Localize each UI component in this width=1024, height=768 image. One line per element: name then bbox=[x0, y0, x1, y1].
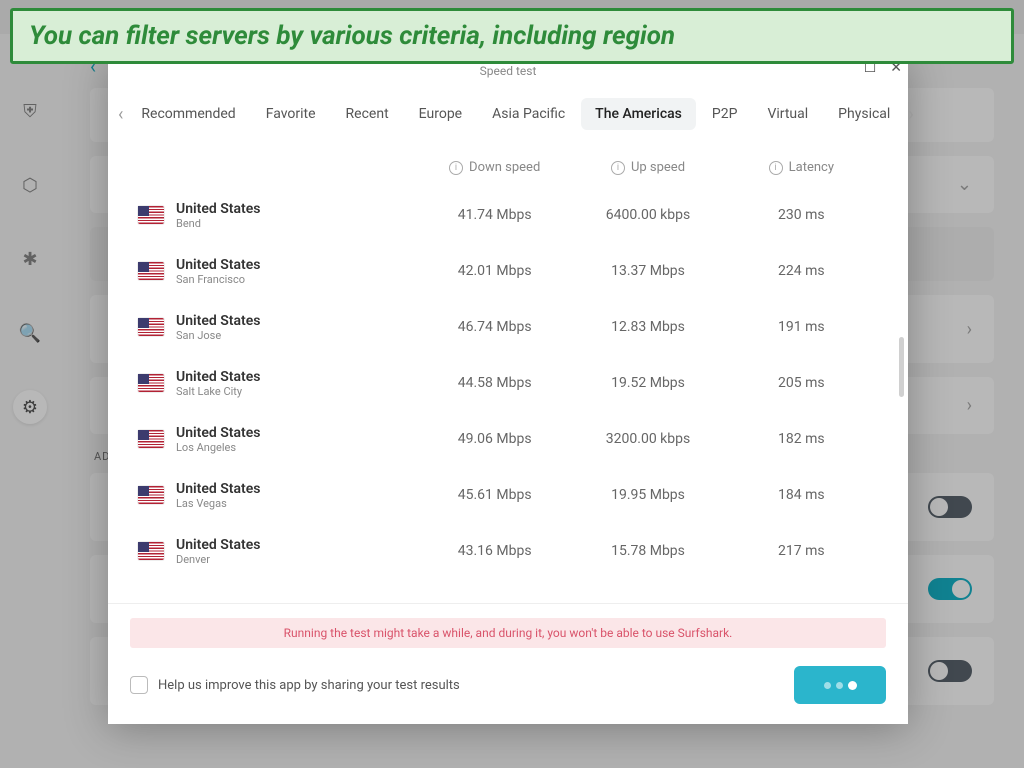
loading-dot-icon bbox=[824, 682, 831, 689]
dialog-footer: Running the test might take a while, and… bbox=[108, 603, 908, 724]
loading-dot-icon bbox=[848, 681, 857, 690]
flag-icon-us bbox=[138, 486, 164, 504]
column-headers: iDown speed iUp speed iLatency bbox=[108, 142, 908, 187]
server-city: Salt Lake City bbox=[176, 385, 260, 398]
up-speed-value: 19.95 Mbps bbox=[571, 487, 724, 503]
flag-icon-us bbox=[138, 206, 164, 224]
tab-asia-pacific[interactable]: Asia Pacific bbox=[478, 98, 579, 130]
server-country: United States bbox=[176, 425, 260, 441]
run-test-button[interactable] bbox=[794, 666, 886, 704]
tab-the-americas[interactable]: The Americas bbox=[581, 98, 696, 130]
server-row[interactable]: United StatesSan Francisco 42.01 Mbps13.3… bbox=[138, 243, 878, 299]
up-speed-value: 13.37 Mbps bbox=[571, 263, 724, 279]
up-speed-value: 12.83 Mbps bbox=[571, 319, 724, 335]
latency-value: 182 ms bbox=[725, 431, 878, 447]
flag-icon-us bbox=[138, 542, 164, 560]
server-row[interactable]: United StatesDenver 43.16 Mbps15.78 Mbps2… bbox=[138, 523, 878, 579]
latency-value: 205 ms bbox=[725, 375, 878, 391]
server-country: United States bbox=[176, 201, 260, 217]
server-city: San Francisco bbox=[176, 273, 260, 286]
col-up-speed: iUp speed bbox=[571, 160, 724, 175]
loading-dot-icon bbox=[836, 682, 843, 689]
server-row[interactable]: United StatesSan Jose 46.74 Mbps12.83 Mbp… bbox=[138, 299, 878, 355]
server-city: Denver bbox=[176, 553, 260, 566]
server-city: Bend bbox=[176, 217, 260, 230]
server-row[interactable]: United StatesSalt Lake City 44.58 Mbps19.… bbox=[138, 355, 878, 411]
filter-tabs: ‹ RecommendedFavoriteRecentEuropeAsia Pa… bbox=[108, 86, 908, 142]
dialog-title: Speed test bbox=[480, 64, 537, 78]
down-speed-value: 45.61 Mbps bbox=[418, 487, 571, 503]
flag-icon-us bbox=[138, 374, 164, 392]
down-speed-value: 46.74 Mbps bbox=[418, 319, 571, 335]
server-country: United States bbox=[176, 313, 260, 329]
tabs-scroll-left[interactable]: ‹ bbox=[118, 104, 123, 125]
flag-icon-us bbox=[138, 430, 164, 448]
scrollbar-thumb[interactable] bbox=[899, 337, 904, 397]
server-row[interactable]: United StatesBend 41.74 Mbps6400.00 kbps2… bbox=[138, 187, 878, 243]
up-speed-value: 3200.00 kbps bbox=[571, 431, 724, 447]
warning-banner: Running the test might take a while, and… bbox=[130, 618, 886, 648]
flag-icon-us bbox=[138, 262, 164, 280]
tabs-scroll-right[interactable]: › bbox=[908, 104, 913, 125]
info-icon[interactable]: i bbox=[611, 161, 625, 175]
latency-value: 217 ms bbox=[725, 543, 878, 559]
speed-test-dialog: Speed test ☐ ✕ ‹ RecommendedFavoriteRece… bbox=[108, 56, 908, 724]
latency-value: 230 ms bbox=[725, 207, 878, 223]
info-icon[interactable]: i bbox=[449, 161, 463, 175]
server-city: Las Vegas bbox=[176, 497, 260, 510]
tab-virtual[interactable]: Virtual bbox=[753, 98, 822, 130]
up-speed-value: 19.52 Mbps bbox=[571, 375, 724, 391]
up-speed-value: 6400.00 kbps bbox=[571, 207, 724, 223]
latency-value: 224 ms bbox=[725, 263, 878, 279]
server-row[interactable]: United StatesLas Vegas 45.61 Mbps19.95 Mb… bbox=[138, 467, 878, 523]
server-city: San Jose bbox=[176, 329, 260, 342]
col-latency: iLatency bbox=[725, 160, 878, 175]
tab-europe[interactable]: Europe bbox=[405, 98, 476, 130]
down-speed-value: 49.06 Mbps bbox=[418, 431, 571, 447]
tab-favorite[interactable]: Favorite bbox=[252, 98, 330, 130]
share-results-label: Help us improve this app by sharing your… bbox=[158, 678, 460, 693]
server-row[interactable]: United StatesLos Angeles 49.06 Mbps3200.0… bbox=[138, 411, 878, 467]
tab-recommended[interactable]: Recommended bbox=[127, 98, 249, 130]
tab-p2p[interactable]: P2P bbox=[698, 98, 752, 130]
flag-icon-us bbox=[138, 318, 164, 336]
latency-value: 191 ms bbox=[725, 319, 878, 335]
share-results-checkbox[interactable]: Help us improve this app by sharing your… bbox=[130, 676, 460, 694]
server-country: United States bbox=[176, 257, 260, 273]
annotation-caption: You can filter servers by various criter… bbox=[10, 8, 1014, 64]
tab-physical[interactable]: Physical bbox=[824, 98, 904, 130]
down-speed-value: 41.74 Mbps bbox=[418, 207, 571, 223]
down-speed-value: 44.58 Mbps bbox=[418, 375, 571, 391]
down-speed-value: 42.01 Mbps bbox=[418, 263, 571, 279]
up-speed-value: 15.78 Mbps bbox=[571, 543, 724, 559]
server-list: United StatesBend41.74 Mbps6400.00 kbps2… bbox=[108, 187, 908, 603]
server-country: United States bbox=[176, 537, 260, 553]
col-down-speed: iDown speed bbox=[418, 160, 571, 175]
latency-value: 184 ms bbox=[725, 487, 878, 503]
server-city: Los Angeles bbox=[176, 441, 260, 454]
info-icon[interactable]: i bbox=[769, 161, 783, 175]
server-country: United States bbox=[176, 481, 260, 497]
checkbox-icon bbox=[130, 676, 148, 694]
server-country: United States bbox=[176, 369, 260, 385]
tab-recent[interactable]: Recent bbox=[332, 98, 403, 130]
down-speed-value: 43.16 Mbps bbox=[418, 543, 571, 559]
